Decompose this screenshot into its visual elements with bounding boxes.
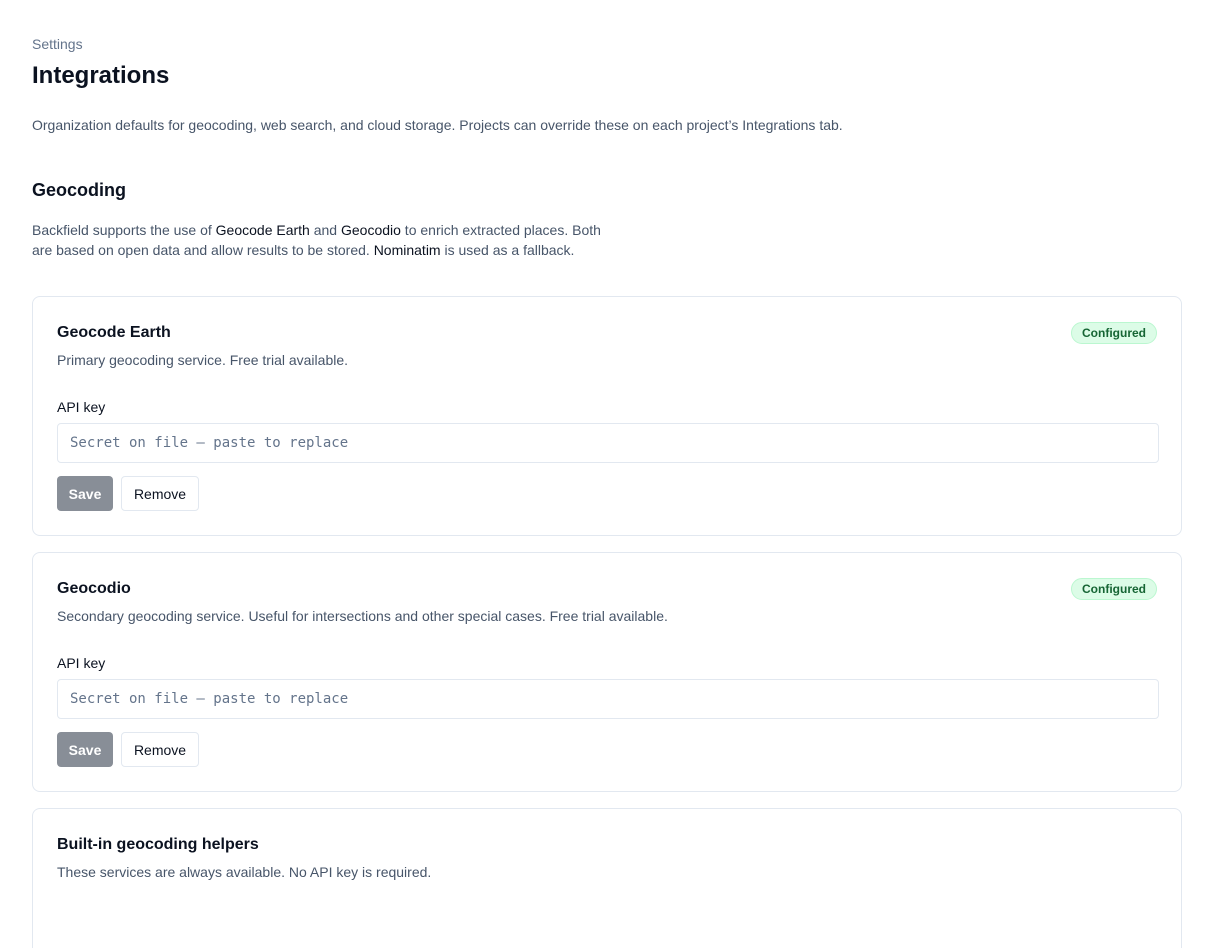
provider-card-geocodio: Geocodio Secondary geocoding service. Us… [32, 552, 1182, 792]
provider-card-geocode-earth: Geocode Earth Primary geocoding service.… [32, 296, 1182, 536]
save-button[interactable]: Save [57, 476, 113, 511]
builtin-helpers-card: Built-in geocoding helpers These service… [32, 808, 1182, 948]
service-name-geocode-earth: Geocode Earth [215, 222, 310, 238]
api-key-input[interactable] [57, 679, 1159, 719]
provider-title: Geocode Earth [57, 324, 171, 341]
api-key-label: API key [57, 655, 106, 671]
description-text: is used as a fallback. [440, 242, 575, 258]
page-title: Integrations [32, 62, 170, 89]
provider-description: Secondary geocoding service. Useful for … [57, 608, 668, 624]
remove-button[interactable]: Remove [121, 732, 199, 767]
service-name-nominatim: Nominatim [373, 242, 441, 258]
breadcrumb[interactable]: Settings [32, 36, 83, 52]
provider-description: Primary geocoding service. Free trial av… [57, 352, 349, 368]
section-description-geocoding: Backfield supports the use of Geocode Ea… [32, 220, 612, 260]
remove-button[interactable]: Remove [121, 476, 199, 511]
builtin-helpers-description: These services are always available. No … [57, 864, 432, 880]
page-description: Organization defaults for geocoding, web… [32, 117, 843, 133]
builtin-helpers-title: Built-in geocoding helpers [57, 836, 259, 853]
api-key-label: API key [57, 399, 106, 415]
service-name-geocodio: Geocodio [340, 222, 401, 238]
description-text: and [309, 222, 341, 238]
status-badge: Configured [1071, 322, 1157, 344]
provider-title: Geocodio [57, 580, 131, 597]
section-title-geocoding: Geocoding [32, 180, 126, 200]
description-text: Backfield supports the use of [32, 222, 216, 238]
api-key-input[interactable] [57, 423, 1159, 463]
status-badge: Configured [1071, 578, 1157, 600]
save-button[interactable]: Save [57, 732, 113, 767]
